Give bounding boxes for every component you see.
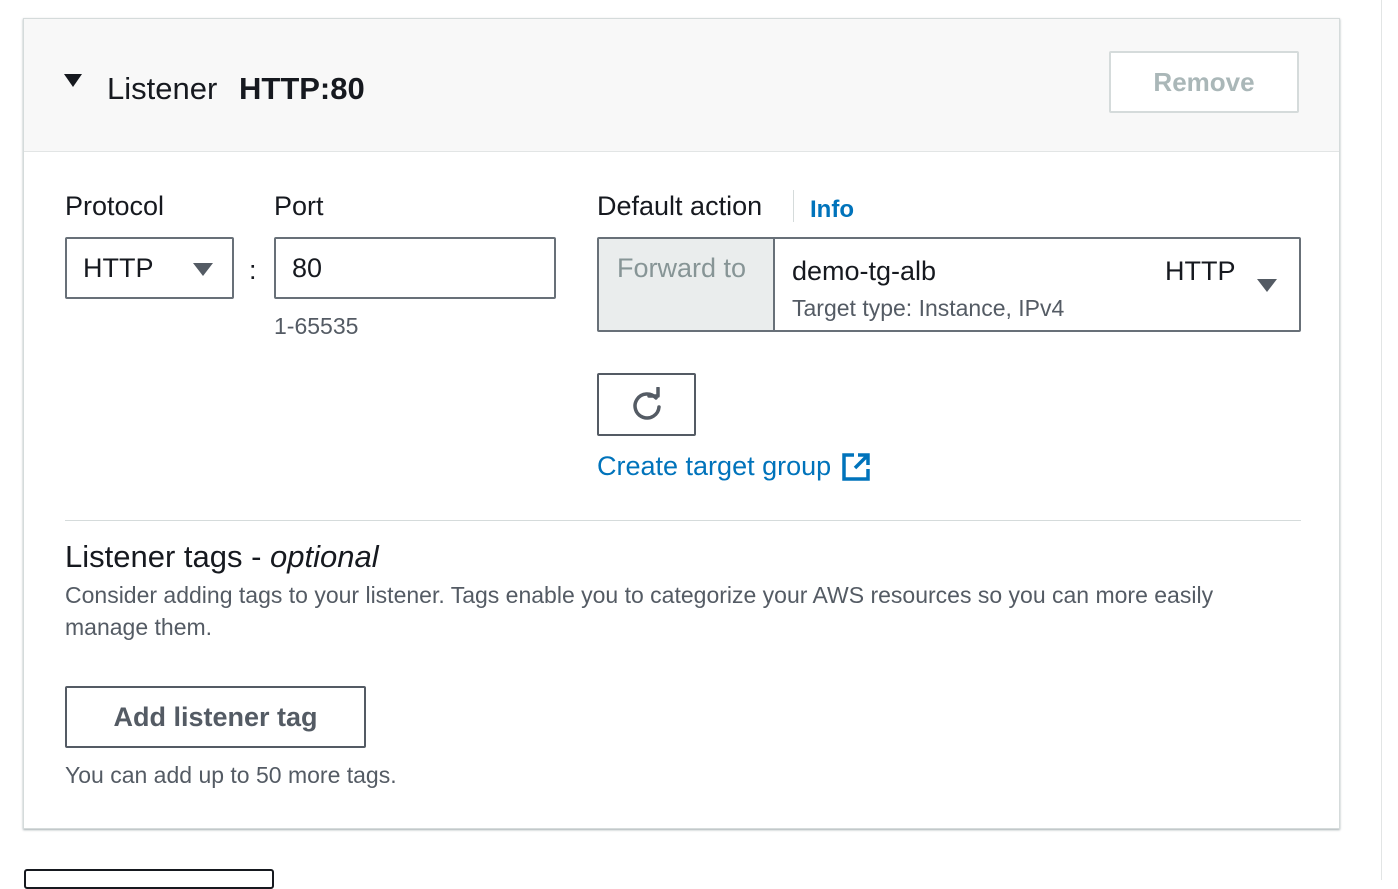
port-range-hint: 1-65535 bbox=[274, 313, 359, 339]
default-action-label: Default action bbox=[597, 191, 763, 221]
protocol-label: Protocol bbox=[65, 191, 165, 221]
listener-tags-description: Consider adding tags to your listener. T… bbox=[65, 582, 1214, 640]
refresh-button[interactable] bbox=[597, 373, 696, 436]
caret-down-icon[interactable] bbox=[64, 74, 82, 87]
tags-optional-text: optional bbox=[270, 539, 379, 574]
forward-to-segment: Forward to bbox=[599, 239, 775, 330]
target-group-description: Target type: Instance, IPv4 bbox=[792, 295, 1065, 321]
listener-label: Listener bbox=[107, 71, 218, 106]
triangle-down-icon bbox=[1257, 279, 1277, 292]
protocol-select[interactable]: HTTP bbox=[65, 237, 234, 299]
tags-limit-hint: You can add up to 50 more tags. bbox=[65, 762, 397, 788]
listener-header[interactable]: Listener HTTP:80 Remove bbox=[24, 19, 1339, 152]
remove-button[interactable]: Remove bbox=[1109, 51, 1299, 113]
port-separator: : bbox=[249, 255, 257, 285]
triangle-down-icon bbox=[193, 263, 213, 276]
add-listener-tag-button[interactable]: Add listener tag bbox=[65, 686, 366, 748]
listener-tags-title: Listener tags - optional bbox=[65, 539, 379, 575]
refresh-icon bbox=[632, 386, 661, 420]
section-divider bbox=[65, 520, 1301, 521]
create-target-group-link[interactable]: Create target group bbox=[597, 451, 871, 482]
target-group-select[interactable]: Forward to demo-tg-alb HTTP Target type:… bbox=[597, 237, 1301, 332]
forward-to-label: Forward to bbox=[617, 253, 747, 283]
listener-panel: Listener HTTP:80 Remove Protocol Port De… bbox=[23, 18, 1340, 829]
listener-value: HTTP:80 bbox=[239, 71, 365, 106]
page-scrollbar[interactable] bbox=[1381, 0, 1382, 880]
target-group-protocol: HTTP bbox=[1165, 256, 1236, 286]
tags-title-text: Listener tags - bbox=[65, 539, 271, 574]
create-target-group-label: Create target group bbox=[597, 451, 832, 481]
protocol-value: HTTP bbox=[83, 253, 154, 283]
external-link-icon bbox=[842, 452, 870, 481]
info-link[interactable]: Info bbox=[810, 196, 854, 224]
label-divider bbox=[793, 190, 794, 222]
port-input[interactable] bbox=[274, 237, 556, 299]
next-panel-button[interactable] bbox=[24, 869, 274, 889]
target-group-name: demo-tg-alb bbox=[792, 256, 937, 286]
port-label: Port bbox=[274, 191, 324, 221]
